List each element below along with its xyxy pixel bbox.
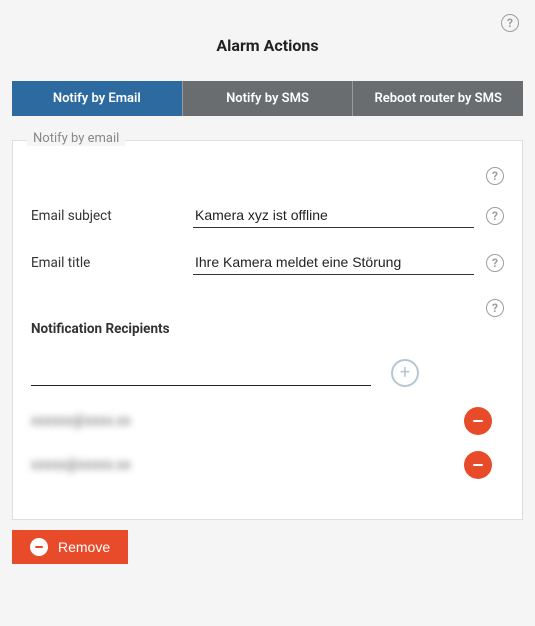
tab-reboot-sms[interactable]: Reboot router by SMS bbox=[353, 81, 523, 116]
help-icon[interactable]: ? bbox=[486, 254, 504, 272]
tabs: Notify by Email Notify by SMS Reboot rou… bbox=[12, 81, 523, 116]
email-subject-input[interactable] bbox=[193, 203, 474, 228]
help-icon[interactable]: ? bbox=[501, 14, 519, 32]
recipients-heading: Notification Recipients bbox=[31, 321, 504, 337]
tab-notify-sms[interactable]: Notify by SMS bbox=[182, 81, 354, 116]
recipient-row: xxxxxx@xxxx.xx bbox=[31, 407, 504, 435]
minus-circle-icon bbox=[30, 538, 48, 556]
help-icon[interactable]: ? bbox=[486, 299, 504, 317]
remove-recipient-button[interactable] bbox=[464, 407, 492, 435]
recipient-row: xxxxx@xxxxx.xx bbox=[31, 451, 504, 479]
help-icon[interactable]: ? bbox=[486, 167, 504, 185]
notify-email-panel: Notify by email ? Email subject ? Email … bbox=[12, 140, 523, 520]
panel-legend: Notify by email bbox=[27, 131, 125, 146]
page-title: Alarm Actions bbox=[12, 36, 523, 55]
email-title-input[interactable] bbox=[193, 250, 474, 275]
add-recipient-button[interactable]: + bbox=[391, 359, 419, 387]
email-subject-label: Email subject bbox=[31, 208, 181, 224]
recipient-email: xxxxx@xxxxx.xx bbox=[31, 457, 131, 473]
email-title-label: Email title bbox=[31, 255, 181, 271]
remove-button-label: Remove bbox=[58, 539, 110, 555]
remove-button[interactable]: Remove bbox=[12, 530, 128, 564]
tab-notify-email[interactable]: Notify by Email bbox=[12, 81, 182, 116]
help-icon[interactable]: ? bbox=[486, 207, 504, 225]
recipient-email: xxxxxx@xxxx.xx bbox=[31, 413, 131, 429]
recipient-input[interactable] bbox=[31, 361, 371, 386]
remove-recipient-button[interactable] bbox=[464, 451, 492, 479]
